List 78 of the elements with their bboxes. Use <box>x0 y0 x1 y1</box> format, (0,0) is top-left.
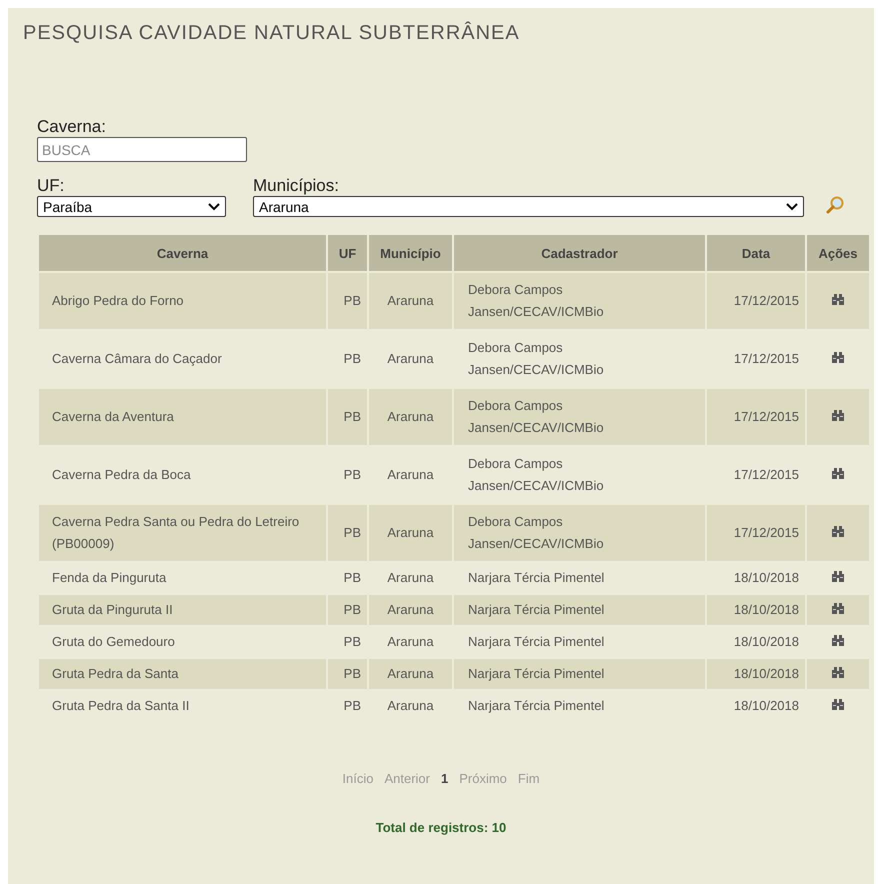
municipio-dropdown[interactable]: Araruna <box>253 196 804 217</box>
table-cell: 17/12/2015 <box>707 273 805 329</box>
table-cell: 17/12/2015 <box>707 505 805 561</box>
table-cell: 17/12/2015 <box>707 389 805 445</box>
table-cell: PB <box>328 389 367 445</box>
field-label: Municípios: <box>253 176 340 196</box>
table-cell: Debora Campos Jansen/CECAV/ICMBio <box>454 389 705 445</box>
table-cell-text: Araruna <box>386 350 435 368</box>
table-cell: 18/10/2018 <box>707 659 805 689</box>
column-header: Data <box>707 235 805 271</box>
table-cell: Gruta Pedra da Santa <box>39 659 326 689</box>
table-cell-text: Araruna <box>386 697 435 715</box>
table-cell: Caverna Pedra Santa ou Pedra do Letreiro (PB00009) <box>39 505 326 561</box>
column-header: Ações <box>807 235 869 271</box>
table-cell: Debora Campos Jansen/CECAV/ICMBio <box>454 273 705 329</box>
table-cell-text: PB <box>342 569 362 587</box>
table-cell-text: 17/12/2015 <box>732 466 800 484</box>
table-cell-text: PB <box>342 697 362 715</box>
column-header: Caverna <box>39 235 326 271</box>
table-cell-text: PB <box>342 350 362 368</box>
binoculars-icon[interactable] <box>832 603 844 614</box>
binoculars-icon[interactable] <box>832 410 844 421</box>
binoculars-icon[interactable] <box>832 699 844 710</box>
table-cell: Araruna <box>369 505 452 561</box>
table-cell: PB <box>328 659 367 689</box>
binoculars-icon[interactable] <box>832 526 844 537</box>
column-header: Município <box>369 235 452 271</box>
table-cell-text: PB <box>342 466 362 484</box>
search-icon[interactable] <box>825 195 845 215</box>
page-number[interactable]: 1 <box>441 771 448 786</box>
table-cell: Caverna da Aventura <box>39 389 326 445</box>
uf-dropdown[interactable]: Paraíba <box>37 196 226 217</box>
binoculars-icon[interactable] <box>832 667 844 678</box>
table-cell-text: Araruna <box>386 633 435 651</box>
table-cell: Araruna <box>369 595 452 625</box>
table-cell: Araruna <box>369 659 452 689</box>
chevron-down-icon <box>786 202 798 210</box>
table-cell: Araruna <box>369 273 452 329</box>
table-cell: 18/10/2018 <box>707 595 805 625</box>
table-cell-text: Narjara Tércia Pimentel <box>467 633 606 651</box>
table-cell: Debora Campos Jansen/CECAV/ICMBio <box>454 505 705 561</box>
table-cell: Abrigo Pedra do Forno <box>39 273 326 329</box>
table-cell-text: Fenda da Pinguruta <box>51 569 168 587</box>
table-cell: Narjara Tércia Pimentel <box>454 595 705 625</box>
column-header: Cadastrador <box>454 235 705 271</box>
binoculars-icon[interactable] <box>832 571 844 582</box>
table-cell-text: PB <box>342 633 362 651</box>
table-cell: PB <box>328 505 367 561</box>
binoculars-icon[interactable] <box>832 468 844 479</box>
binoculars-icon[interactable] <box>832 635 844 646</box>
binoculars-icon[interactable] <box>832 352 844 363</box>
table-cell-text: 18/10/2018 <box>732 697 800 715</box>
page-title: PESQUISA CAVIDADE NATURAL SUBTERRÂNEA <box>23 22 521 45</box>
total-count: Total de registros: 10 <box>374 820 508 835</box>
chevron-down-icon <box>208 202 220 210</box>
table-cell-text: Caverna Pedra da Boca <box>51 466 192 484</box>
table-cell-text: 17/12/2015 <box>732 350 800 368</box>
table-cell-text: Araruna <box>386 569 435 587</box>
table-cell-text: 18/10/2018 <box>732 633 800 651</box>
table-cell: Narjara Tércia Pimentel <box>454 659 705 689</box>
field-label: Caverna: <box>37 117 107 137</box>
search-field[interactable]: BUSCA <box>37 137 247 162</box>
table-cell-text: Narjara Tércia Pimentel <box>467 697 606 715</box>
binoculars-icon[interactable] <box>832 294 844 305</box>
table-cell-text: Caverna Câmara do Caçador <box>51 350 223 368</box>
table-cell-text: Narjara Tércia Pimentel <box>467 569 606 587</box>
table-cell-text: Araruna <box>386 466 435 484</box>
field-label: UF: <box>37 176 66 196</box>
table-cell-text: Debora Campos Jansen/CECAV/ICMBio <box>467 339 605 379</box>
column-header: UF <box>328 235 367 271</box>
table-cell: PB <box>328 273 367 329</box>
table-cell-text: Gruta Pedra da Santa II <box>51 697 190 715</box>
table-cell-text: 18/10/2018 <box>732 569 800 587</box>
table-cell: Araruna <box>369 389 452 445</box>
table-cell: Gruta da Pinguruta II <box>39 595 326 625</box>
table-cell: PB <box>328 595 367 625</box>
table-cell-text: Debora Campos Jansen/CECAV/ICMBio <box>467 455 605 495</box>
table-cell-text: Gruta do Gemedouro <box>51 633 176 651</box>
